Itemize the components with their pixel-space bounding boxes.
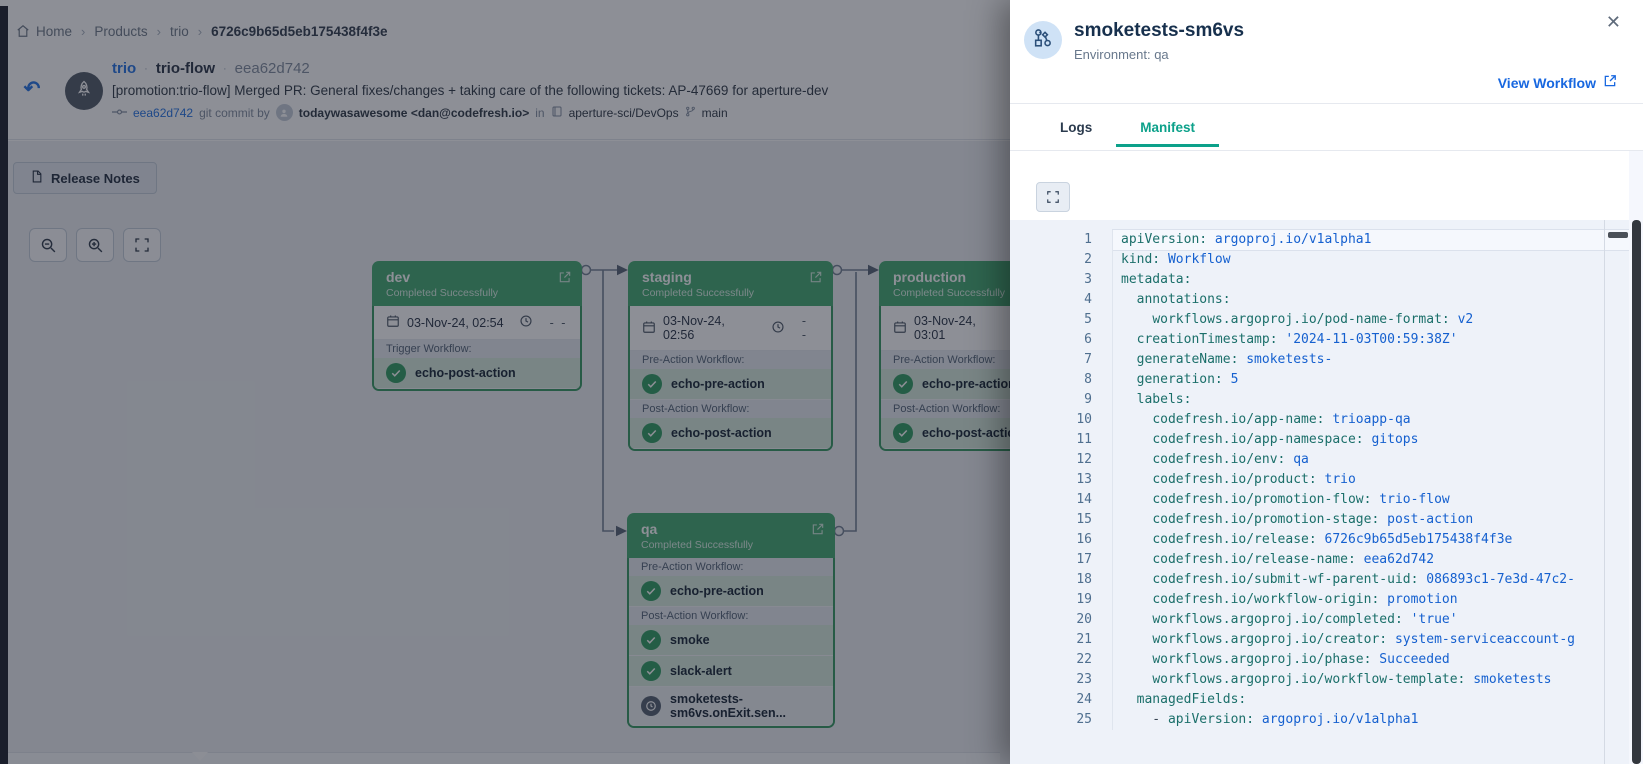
line-content: codefresh.io/submit-wf-parent-uid: 08689…	[1112, 570, 1629, 590]
line-content: annotations:	[1112, 290, 1629, 310]
line-number: 2	[1010, 250, 1112, 270]
line-number: 16	[1010, 530, 1112, 550]
line-content: workflows.argoproj.io/phase: Succeeded	[1112, 650, 1629, 670]
code-line: 25 - apiVersion: argoproj.io/v1alpha1	[1010, 710, 1629, 730]
line-content: codefresh.io/release: 6726c9b65d5eb17543…	[1112, 530, 1629, 550]
line-content: workflows.argoproj.io/pod-name-format: v…	[1112, 310, 1629, 330]
line-number: 24	[1010, 690, 1112, 710]
line-number: 13	[1010, 470, 1112, 490]
code-line: 7 generateName: smoketests-	[1010, 350, 1629, 370]
line-content: workflows.argoproj.io/creator: system-se…	[1112, 630, 1629, 650]
code-line: 9 labels:	[1010, 390, 1629, 410]
line-number: 8	[1010, 370, 1112, 390]
code-line: 23 workflows.argoproj.io/workflow-templa…	[1010, 670, 1629, 690]
line-content: workflows.argoproj.io/workflow-template:…	[1112, 670, 1629, 690]
line-content: creationTimestamp: '2024-11-03T00:59:38Z…	[1112, 330, 1629, 350]
divider	[1010, 150, 1643, 151]
editor-scrollbar-thumb[interactable]	[1608, 232, 1628, 238]
modal-dim-overlay[interactable]	[0, 0, 1010, 764]
external-link-icon	[1603, 74, 1617, 91]
line-content: apiVersion: argoproj.io/v1alpha1	[1112, 230, 1629, 250]
line-number: 22	[1010, 650, 1112, 670]
line-number: 20	[1010, 610, 1112, 630]
line-number: 1	[1010, 230, 1112, 250]
line-content: codefresh.io/env: qa	[1112, 450, 1629, 470]
line-number: 18	[1010, 570, 1112, 590]
code-line: 6 creationTimestamp: '2024-11-03T00:59:3…	[1010, 330, 1629, 350]
code-line: 2kind: Workflow	[1010, 250, 1629, 270]
line-content: codefresh.io/product: trio	[1112, 470, 1629, 490]
line-content: generation: 5	[1112, 370, 1629, 390]
line-number: 21	[1010, 630, 1112, 650]
line-number: 9	[1010, 390, 1112, 410]
code-line: 3metadata:	[1010, 270, 1629, 290]
line-number: 23	[1010, 670, 1112, 690]
line-content: codefresh.io/release-name: eea62d742	[1112, 550, 1629, 570]
line-number: 10	[1010, 410, 1112, 430]
code-line: 24 managedFields:	[1010, 690, 1629, 710]
line-number: 4	[1010, 290, 1112, 310]
close-icon[interactable]: ✕	[1602, 8, 1625, 37]
line-number: 14	[1010, 490, 1112, 510]
code-line: 1apiVersion: argoproj.io/v1alpha1	[1010, 230, 1629, 250]
line-content: labels:	[1112, 390, 1629, 410]
line-number: 19	[1010, 590, 1112, 610]
code-line: 19 codefresh.io/workflow-origin: promoti…	[1010, 590, 1629, 610]
line-content: managedFields:	[1112, 690, 1629, 710]
code-line: 8 generation: 5	[1010, 370, 1629, 390]
workflow-avatar	[1024, 21, 1062, 59]
line-content: generateName: smoketests-	[1112, 350, 1629, 370]
workflow-environment: Environment: qa	[1074, 47, 1169, 62]
line-content: codefresh.io/app-name: trioapp-qa	[1112, 410, 1629, 430]
line-content: codefresh.io/app-namespace: gitops	[1112, 430, 1629, 450]
line-number: 25	[1010, 710, 1112, 730]
code-line: 10 codefresh.io/app-name: trioapp-qa	[1010, 410, 1629, 430]
view-workflow-link[interactable]: View Workflow	[1498, 74, 1617, 91]
code-line: 22 workflows.argoproj.io/phase: Succeede…	[1010, 650, 1629, 670]
panel-tabs: LogsManifest	[1036, 104, 1219, 147]
line-content: codefresh.io/promotion-flow: trio-flow	[1112, 490, 1629, 510]
line-content: codefresh.io/promotion-stage: post-actio…	[1112, 510, 1629, 530]
workflow-title: smoketests-sm6vs	[1074, 20, 1244, 42]
line-number: 7	[1010, 350, 1112, 370]
line-number: 5	[1010, 310, 1112, 330]
workflow-details-drawer: ✕ smoketests-sm6vs Environment: qa View …	[1010, 0, 1643, 764]
tab-logs[interactable]: Logs	[1036, 104, 1116, 147]
line-number: 15	[1010, 510, 1112, 530]
line-content: - apiVersion: argoproj.io/v1alpha1	[1112, 710, 1629, 730]
code-line: 11 codefresh.io/app-namespace: gitops	[1010, 430, 1629, 450]
line-content: metadata:	[1112, 270, 1629, 290]
line-number: 3	[1010, 270, 1112, 290]
code-line: 13 codefresh.io/product: trio	[1010, 470, 1629, 490]
line-number: 12	[1010, 450, 1112, 470]
code-line: 18 codefresh.io/submit-wf-parent-uid: 08…	[1010, 570, 1629, 590]
panel-scrollbar-thumb[interactable]	[1632, 220, 1641, 764]
tab-manifest[interactable]: Manifest	[1116, 104, 1219, 147]
code-line: 12 codefresh.io/env: qa	[1010, 450, 1629, 470]
line-number: 17	[1010, 550, 1112, 570]
code-line: 4 annotations:	[1010, 290, 1629, 310]
code-line: 16 codefresh.io/release: 6726c9b65d5eb17…	[1010, 530, 1629, 550]
code-line: 17 codefresh.io/release-name: eea62d742	[1010, 550, 1629, 570]
code-line: 14 codefresh.io/promotion-flow: trio-flo…	[1010, 490, 1629, 510]
code-line: 15 codefresh.io/promotion-stage: post-ac…	[1010, 510, 1629, 530]
code-line: 21 workflows.argoproj.io/creator: system…	[1010, 630, 1629, 650]
manifest-code-editor[interactable]: 1apiVersion: argoproj.io/v1alpha12kind: …	[1010, 220, 1629, 764]
view-workflow-label: View Workflow	[1498, 75, 1596, 91]
line-content: kind: Workflow	[1112, 250, 1629, 270]
line-number: 6	[1010, 330, 1112, 350]
code-line: 5 workflows.argoproj.io/pod-name-format:…	[1010, 310, 1629, 330]
code-line: 20 workflows.argoproj.io/completed: 'tru…	[1010, 610, 1629, 630]
line-content: workflows.argoproj.io/completed: 'true'	[1112, 610, 1629, 630]
code-clip-border	[1604, 220, 1605, 764]
expand-code-button[interactable]	[1036, 182, 1070, 212]
workflow-dag-icon	[1032, 27, 1054, 54]
codefresh-release-page: Home›Products›trio›6726c9b65d5eb175438f4…	[0, 0, 1643, 764]
line-content: codefresh.io/workflow-origin: promotion	[1112, 590, 1629, 610]
line-number: 11	[1010, 430, 1112, 450]
